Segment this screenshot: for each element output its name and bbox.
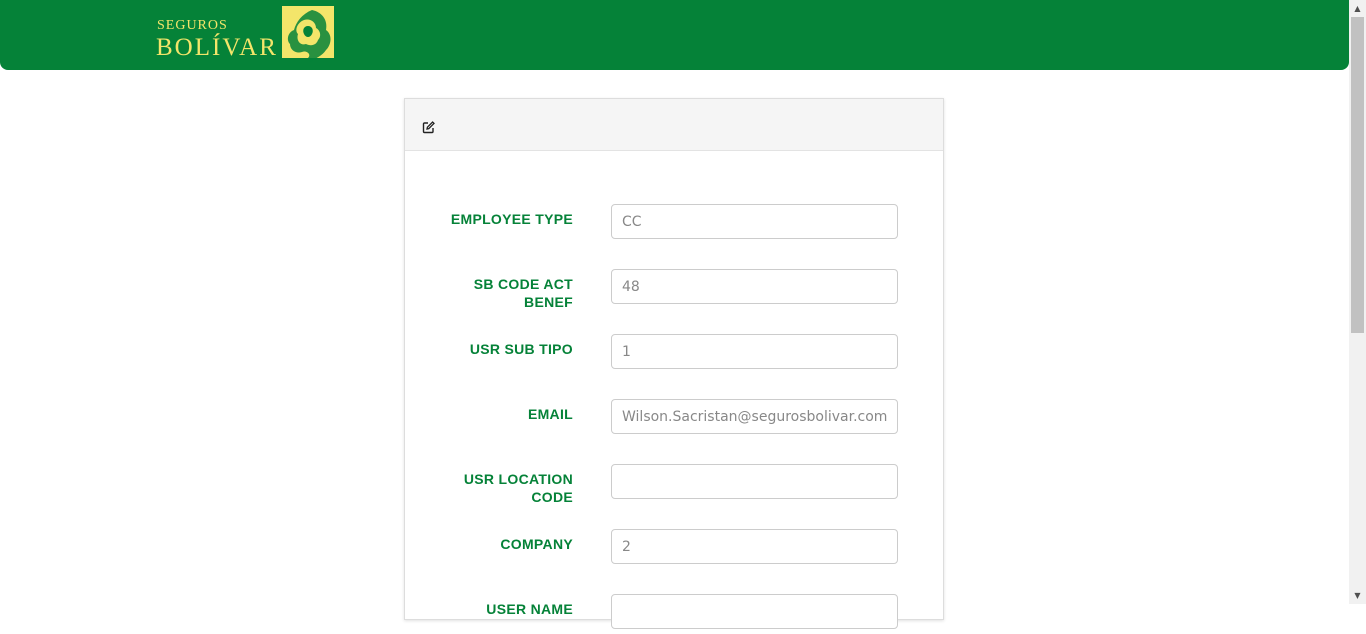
company-input[interactable] bbox=[611, 529, 898, 564]
email-input[interactable] bbox=[611, 399, 898, 434]
usr-sub-tipo-input[interactable] bbox=[611, 334, 898, 369]
logo-text-bolivar: BOLÍVAR bbox=[156, 34, 278, 61]
employee-type-row: EMPLOYEE TYPE bbox=[405, 204, 943, 244]
form-panel: EMPLOYEE TYPE SB CODE ACT BENEF USR SUB … bbox=[404, 98, 944, 629]
email-row: EMAIL bbox=[405, 399, 943, 439]
top-header: SEGUROS BOLÍVAR bbox=[0, 0, 1349, 70]
usr-sub-tipo-label: USR SUB TIPO bbox=[469, 341, 573, 357]
scroll-up-arrow-icon[interactable]: ▲ bbox=[1349, 0, 1366, 17]
bolivar-emblem-icon bbox=[282, 6, 334, 62]
sb-code-act-benef-row: SB CODE ACT BENEF bbox=[405, 269, 943, 310]
sb-code-act-benef-input[interactable] bbox=[611, 269, 898, 304]
user-name-input[interactable] bbox=[611, 594, 898, 629]
usr-location-code-input[interactable] bbox=[611, 464, 898, 499]
company-label: COMPANY bbox=[500, 536, 573, 552]
employee-type-label: EMPLOYEE TYPE bbox=[450, 211, 573, 227]
vertical-scrollbar[interactable]: ▲ ▼ bbox=[1349, 0, 1366, 604]
scrollbar-thumb[interactable] bbox=[1351, 17, 1364, 333]
employee-type-input[interactable] bbox=[611, 204, 898, 239]
edit-icon[interactable] bbox=[422, 121, 435, 134]
usr-location-code-row: USR LOCATION CODE bbox=[405, 464, 943, 505]
panel-header bbox=[405, 99, 943, 151]
seguros-bolivar-logo[interactable]: SEGUROS BOLÍVAR bbox=[156, 6, 338, 66]
usr-location-code-label: USR LOCATION CODE bbox=[463, 471, 573, 505]
usr-sub-tipo-row: USR SUB TIPO bbox=[405, 334, 943, 374]
user-name-row: USER NAME bbox=[405, 594, 943, 634]
scroll-down-arrow-icon[interactable]: ▼ bbox=[1349, 587, 1366, 604]
logo-text-seguros: SEGUROS bbox=[157, 18, 228, 33]
sb-code-act-benef-label: SB CODE ACT BENEF bbox=[473, 276, 573, 310]
email-label: EMAIL bbox=[527, 406, 573, 422]
company-row: COMPANY bbox=[405, 529, 943, 569]
user-name-label: USER NAME bbox=[486, 601, 573, 617]
